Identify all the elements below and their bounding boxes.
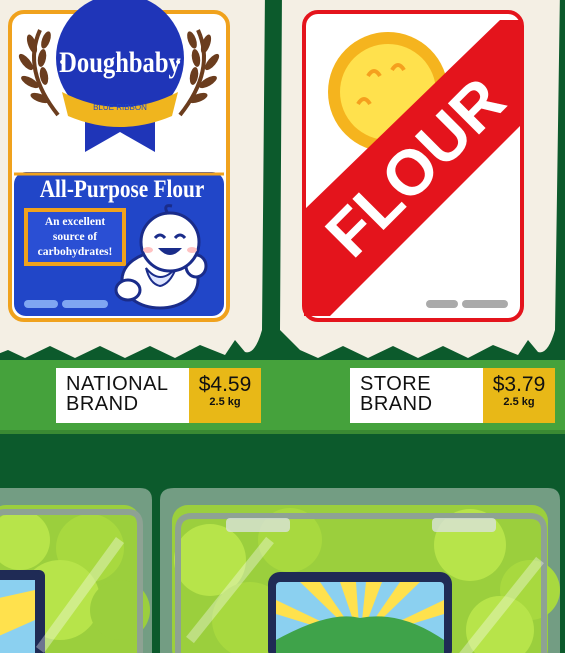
national-note-3: carbohydrates! [38,246,113,258]
grocery-shelf-scene: Doughbaby • • BLUE RIBBON All-Purpose Fl… [0,0,565,653]
national-tag-line2: BRAND [66,393,139,415]
store-tag-line1: STORE [360,373,432,395]
lettuce-container-left [0,488,152,653]
national-flour-bag: Doughbaby • • BLUE RIBBON All-Purpose Fl… [0,0,265,358]
national-tag-label: NATIONAL BRAND [56,368,189,423]
shelf-illustration: Doughbaby • • BLUE RIBBON All-Purpose Fl… [0,0,565,653]
svg-text:•: • [58,55,66,71]
store-price-box: $3.79 2.5 kg [483,368,555,423]
national-note-1: An excellent [45,216,106,228]
national-price-tag: NATIONAL BRAND $4.59 2.5 kg [56,368,261,423]
store-weight: 2.5 kg [503,396,535,408]
national-tag-line1: NATIONAL [66,373,169,395]
store-tag-label: STORE BRAND [350,368,483,423]
national-product-title: All-Purpose Flour [40,175,205,203]
svg-text:•: • [174,55,182,71]
national-price-box: $4.59 2.5 kg [189,368,261,423]
national-weight: 2.5 kg [209,396,241,408]
store-price-tag: STORE BRAND $3.79 2.5 kg [350,368,555,423]
national-price: $4.59 [198,373,252,396]
lettuce-container-right [160,488,560,653]
national-note-2: source of [53,231,97,243]
store-tag-line2: BRAND [360,393,433,415]
store-price: $3.79 [492,373,546,396]
ribbon-label: BLUE RIBBON [93,103,147,112]
national-brand-name: Doughbaby [59,46,181,79]
store-flour-bag: FLOUR ALL-PURPOSE [280,0,560,358]
